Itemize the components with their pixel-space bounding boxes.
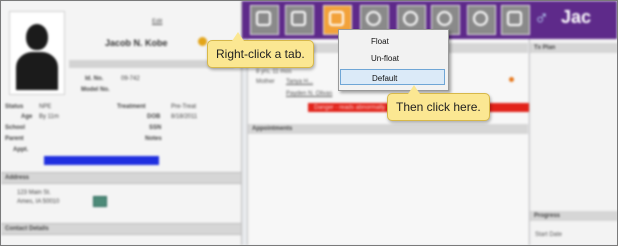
address-text: 123 Main St. Ames, IA 50010 [17, 190, 60, 205]
center-line-1: 8 yrs, 11 mos [256, 69, 292, 75]
callout-pointer [232, 32, 244, 41]
notes-icon [329, 11, 344, 26]
blurred-app-background: Edit Jacob N. Kobe Id. No. 09-742 Model … [1, 1, 617, 245]
callout-click-here-text: Then click here. [396, 100, 481, 114]
tab-checklist[interactable] [285, 5, 314, 35]
notes-label: Notes [145, 136, 162, 142]
brand-fragment: Jac [561, 7, 592, 27]
status-label: Status [5, 104, 24, 110]
silhouette-head [26, 24, 48, 50]
coins-icon [473, 11, 488, 26]
status-value: NPE [39, 104, 52, 110]
school-label: School [5, 125, 26, 131]
age-label: Age [21, 114, 33, 120]
start-date-label: Start Date [535, 232, 563, 238]
callout-right-click-text: Right-click a tab. [216, 47, 305, 61]
center-line-3[interactable]: Payden N. Olivas [286, 91, 332, 97]
appt-label: Appt. [13, 147, 29, 153]
alert-text: Danger - reads abnormally [314, 105, 386, 111]
edit-link[interactable]: Edit [152, 19, 162, 25]
patient-photo[interactable] [9, 11, 65, 95]
checklist-icon [291, 11, 306, 26]
home-icon [256, 11, 271, 26]
umbrella-icon [437, 11, 452, 26]
dob-value: 8/18/2011 [171, 114, 198, 120]
star-badge-icon [198, 37, 207, 46]
model-label: Model No. [81, 87, 110, 93]
appointments-header[interactable]: Appointments [248, 124, 528, 134]
mother-label: Mother [256, 79, 275, 85]
globe-gear-icon [403, 11, 418, 26]
contact-details-header[interactable]: Contact Details [1, 223, 241, 235]
callout-click-here: Then click here. [387, 85, 490, 121]
id-label: Id. No. [85, 76, 104, 82]
callout-pointer [408, 85, 420, 94]
lightbulb-icon [366, 11, 381, 26]
tab-camera[interactable] [501, 5, 530, 35]
id-value: 09-742 [121, 76, 140, 82]
flag-icon [509, 77, 514, 82]
right-panel: Tx Plan Progress [529, 39, 617, 245]
camera-icon [507, 11, 522, 26]
map-icon[interactable] [93, 196, 107, 207]
screenshot-frame: Edit Jacob N. Kobe Id. No. 09-742 Model … [0, 0, 618, 246]
treatment-value: Pre-Treat [171, 104, 197, 110]
tab-context-menu: Float Un-float Default [338, 29, 449, 91]
menu-item-float[interactable]: Float [340, 33, 445, 49]
silhouette-body [16, 52, 58, 90]
appointment-link[interactable] [44, 156, 159, 165]
menu-item-default[interactable]: Default [340, 69, 445, 85]
ssn-label: SSN [149, 125, 162, 131]
menu-item-unfloat[interactable]: Un-float [340, 50, 445, 66]
male-gender-icon: ♂ [534, 7, 549, 29]
patient-name: Jacob N. Kobe [105, 38, 168, 48]
tx-plan-header[interactable]: Tx Plan [530, 43, 617, 53]
tab-home[interactable] [250, 5, 279, 35]
callout-right-click: Right-click a tab. [207, 32, 314, 68]
tab-coins[interactable] [467, 5, 496, 35]
mother-value[interactable]: Tanya H... [286, 79, 313, 85]
progress-header[interactable]: Progress [530, 211, 617, 221]
treatment-label: Treatment [117, 104, 146, 110]
parent-label: Parent [5, 136, 24, 142]
patient-info-panel: Edit Jacob N. Kobe Id. No. 09-742 Model … [1, 1, 242, 245]
dob-label: DOB [147, 114, 161, 120]
address-header[interactable]: Address [1, 172, 241, 184]
age-value: By 11m [39, 114, 59, 120]
